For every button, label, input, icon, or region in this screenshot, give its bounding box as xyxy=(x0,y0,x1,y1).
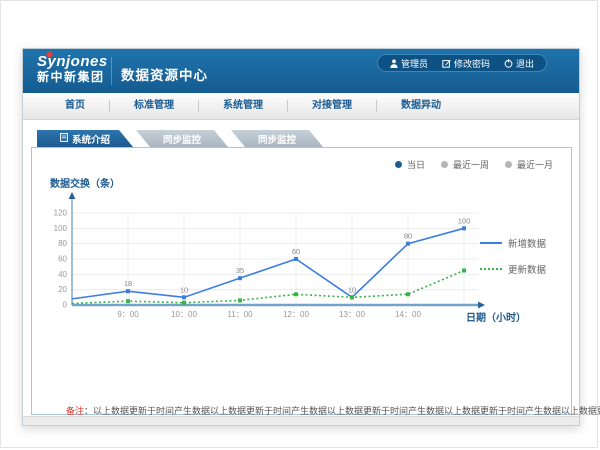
user-name-label: 管理员 xyxy=(401,57,428,70)
svg-text:60: 60 xyxy=(58,255,67,264)
edit-icon xyxy=(442,59,451,68)
user-icon xyxy=(390,59,398,68)
svg-text:12：00: 12：00 xyxy=(283,310,309,319)
svg-text:18: 18 xyxy=(124,279,132,288)
svg-text:60: 60 xyxy=(292,247,300,256)
content-panel: 当日 最近一周 最近一月 数据交换（条） 0 20 40 60 80 100 120 9：00… xyxy=(31,147,572,415)
svg-text:11：00: 11：00 xyxy=(227,310,253,319)
line-chart: 0 20 40 60 80 100 120 9：00 10：00 11：00 12：00 13：00 1… xyxy=(42,190,502,322)
legend-item-new-data: 新增数据 xyxy=(480,236,546,250)
nav-item-data-change[interactable]: 数据异动 xyxy=(377,100,465,112)
header-divider xyxy=(111,57,112,85)
tab-system-intro[interactable]: 系统介绍 xyxy=(37,130,133,147)
svg-text:14：00: 14：00 xyxy=(395,310,421,319)
svg-text:80: 80 xyxy=(404,232,412,241)
logout-button[interactable]: 退出 xyxy=(504,57,534,70)
tab-label: 系统介绍 xyxy=(72,132,110,146)
svg-text:10: 10 xyxy=(180,285,188,294)
brand-logo: Synjones 新中新集团 xyxy=(37,54,108,85)
filter-option-last-week[interactable]: 最近一周 xyxy=(441,158,489,171)
user-toolbar: 管理员 修改密码 退出 xyxy=(377,54,547,72)
legend-solid-line-icon xyxy=(480,242,502,244)
filter-label: 当日 xyxy=(407,158,425,171)
logo-subtext: 新中新集团 xyxy=(37,70,108,85)
radio-icon xyxy=(441,161,448,168)
window-footer xyxy=(23,416,579,425)
svg-text:120: 120 xyxy=(54,209,68,218)
svg-text:20: 20 xyxy=(58,285,67,294)
chart-legend: 新增数据 更新数据 xyxy=(480,236,546,276)
filter-option-today[interactable]: 当日 xyxy=(395,158,425,171)
document-icon xyxy=(60,133,68,145)
app-header: Synjones 新中新集团 数据资源中心 管理员 修改密码 xyxy=(23,49,579,93)
user-menu[interactable]: 管理员 xyxy=(390,57,428,70)
change-password-label: 修改密码 xyxy=(454,57,490,70)
page-background: Synjones 新中新集团 数据资源中心 管理员 修改密码 xyxy=(0,0,598,448)
tab-sync-monitor-1[interactable]: 同步监控 xyxy=(136,130,228,147)
svg-text:10: 10 xyxy=(348,285,356,294)
radio-icon xyxy=(505,161,512,168)
tab-label: 同步监控 xyxy=(258,132,296,146)
time-range-filter: 当日 最近一周 最近一月 xyxy=(395,158,553,171)
svg-text:13：00: 13：00 xyxy=(339,310,365,319)
svg-text:100: 100 xyxy=(54,224,68,233)
chart-x-axis-title: 日期（小时） xyxy=(466,309,526,324)
main-nav: 首页 标准管理 系统管理 对接管理 数据异动 xyxy=(23,93,579,120)
filter-label: 最近一月 xyxy=(517,158,553,171)
footnote-text: ：以上数据更新于时间产生数据以上数据更新于时间产生数据以上数据更新于时间产生数据… xyxy=(84,406,600,416)
filter-label: 最近一周 xyxy=(453,158,489,171)
svg-text:9：00: 9：00 xyxy=(117,310,139,319)
chart-y-axis-title: 数据交换（条） xyxy=(50,175,120,190)
legend-label: 更新数据 xyxy=(508,262,546,276)
app-window: Synjones 新中新集团 数据资源中心 管理员 修改密码 xyxy=(22,48,580,426)
legend-item-updated-data: 更新数据 xyxy=(480,262,546,276)
nav-item-home[interactable]: 首页 xyxy=(41,100,110,112)
tab-label: 同步监控 xyxy=(163,132,201,146)
svg-text:10：00: 10：00 xyxy=(171,310,197,319)
power-icon xyxy=(504,59,513,68)
legend-dotted-line-icon xyxy=(480,268,502,270)
radio-selected-icon xyxy=(395,161,402,168)
svg-text:0: 0 xyxy=(63,301,68,310)
tab-sync-monitor-2[interactable]: 同步监控 xyxy=(231,130,323,147)
legend-label: 新增数据 xyxy=(508,236,546,250)
nav-item-interface-mgmt[interactable]: 对接管理 xyxy=(288,100,377,112)
change-password-button[interactable]: 修改密码 xyxy=(442,57,490,70)
app-title: 数据资源中心 xyxy=(121,64,208,84)
nav-item-system-mgmt[interactable]: 系统管理 xyxy=(199,100,288,112)
footnote-label: 备注 xyxy=(66,406,84,416)
filter-option-last-month[interactable]: 最近一月 xyxy=(505,158,553,171)
svg-text:40: 40 xyxy=(58,270,67,279)
nav-item-standard-mgmt[interactable]: 标准管理 xyxy=(110,100,199,112)
svg-text:80: 80 xyxy=(58,239,67,248)
tab-bar: 系统介绍 同步监控 同步监控 xyxy=(23,130,579,147)
svg-text:35: 35 xyxy=(236,266,244,275)
svg-text:100: 100 xyxy=(458,216,471,225)
logout-label: 退出 xyxy=(516,57,534,70)
